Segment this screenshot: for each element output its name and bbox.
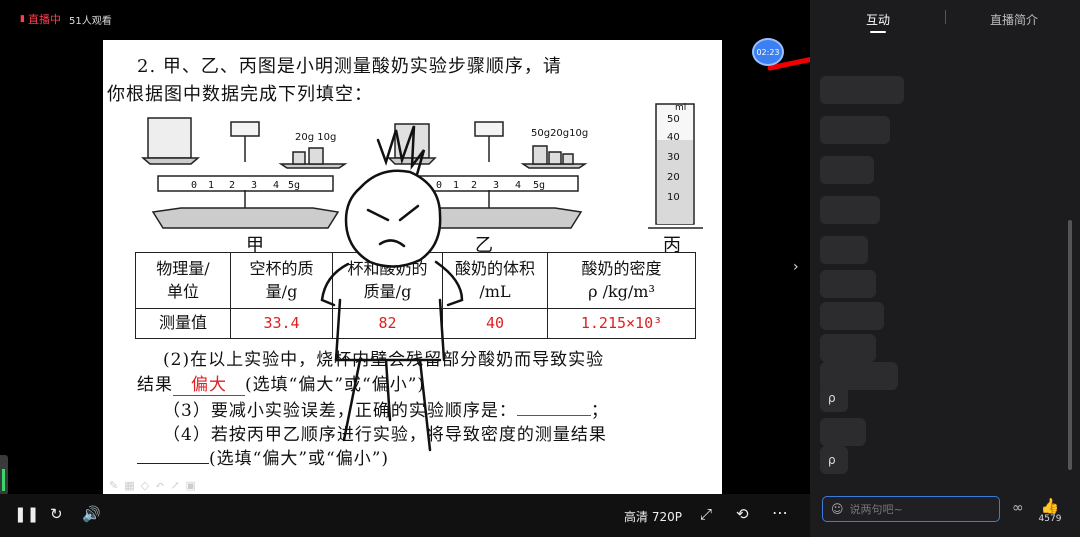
shape-icon[interactable]: ◇ [141, 479, 149, 492]
top-bar: ▮ 直播中 51人观看 [0, 0, 810, 36]
pause-button[interactable]: ❚❚ [14, 505, 39, 523]
question-4-suffix: (选填“偏大”或“偏小”) [209, 449, 390, 469]
scale-b-mark: 0 [436, 180, 442, 191]
table-header-cell: 杯和酸奶的 质量/g [332, 252, 443, 309]
undo-icon[interactable]: ↶ [155, 479, 164, 492]
cylinder-mark: 20 [667, 172, 680, 183]
panel-tabs: 互动 直播简介 [810, 0, 1080, 38]
scale-b-weights: 50g20g10g [531, 128, 588, 139]
table-header-cell: 酸奶的密度 ρ /kg/m³ [547, 252, 696, 309]
live-badge-label: 直播中 [27, 13, 61, 26]
player-controls: ❚❚ ↻ 🔊 高清 720P ⤢ ⟲ ⋯ [0, 494, 810, 537]
table-row: 测量值 33.4 82 40 1.215×10³ [135, 308, 696, 339]
scale-a-weights: 20g 10g [295, 132, 336, 143]
chevron-right-icon[interactable]: › [793, 259, 799, 275]
question-3-text: （3）要减小实验误差，正确的实验顺序是： [163, 401, 517, 421]
refresh-icon[interactable]: ↻ [50, 505, 63, 523]
chat-input[interactable] [849, 502, 990, 516]
scale-a-mark: 5g [288, 180, 300, 191]
table-header-cell: 物理量/单位 [135, 252, 231, 309]
list-item [820, 196, 880, 224]
table-cell: 33.4 [230, 308, 333, 339]
like-icon[interactable]: 👍 [1038, 497, 1062, 515]
table-cell: 82 [332, 308, 443, 339]
presentation-slide: 2. 甲、乙、丙图是小明测量酸奶实验步骤顺序，请 你根据图中数据完成下列填空： [103, 40, 722, 494]
question-3-blank [516, 400, 591, 416]
scale-b-mark: 5g [533, 180, 545, 191]
tab-interact[interactable]: 互动 [866, 11, 890, 28]
video-area[interactable]: ▮ 直播中 51人观看 2. 甲、乙、丙图是小明测量酸奶实验步骤顺序，请 你根据… [0, 0, 810, 537]
list-item [820, 236, 868, 264]
scale-a-mark: 3 [251, 180, 257, 191]
more-icon[interactable]: ⋯ [772, 503, 788, 522]
experiment-figure: 0 1 2 3 4 5g 20g 10g 0 1 2 3 4 5g 50g20g… [140, 103, 703, 229]
list-item [820, 418, 866, 446]
list-item: ρ [820, 384, 848, 412]
like-count: 4579 [1038, 514, 1062, 524]
scale-a-mark: 2 [229, 180, 235, 191]
list-item [820, 302, 884, 330]
list-item: ρ [820, 446, 848, 474]
list-item [820, 116, 890, 144]
pen-icon[interactable]: ✎ [109, 479, 118, 492]
chat-list[interactable]: ρ ρ [820, 44, 1070, 484]
pointer-icon[interactable]: ↗ [170, 479, 179, 492]
tab-intro[interactable]: 直播简介 [990, 11, 1038, 28]
grid-icon[interactable]: ▦ [124, 479, 134, 492]
list-item [820, 270, 876, 298]
chat-scrollbar[interactable] [1068, 220, 1072, 470]
table-cell: 40 [442, 308, 548, 339]
scale-b-mark: 2 [471, 180, 477, 191]
question-2-prefix: 结果 [137, 375, 173, 395]
tab-divider [945, 10, 946, 24]
list-item [820, 156, 874, 184]
rotate-icon[interactable]: ⟲ [736, 505, 749, 523]
volume-icon[interactable]: 🔊 [82, 505, 101, 523]
scale-a-mark: 4 [273, 180, 279, 191]
table-header-cell: 空杯的质 量/g [230, 252, 333, 309]
cylinder-mark: 30 [667, 152, 680, 163]
question-3: （3）要减小实验误差，正确的实验顺序是： ； [163, 396, 609, 421]
fullscreen-icon[interactable]: ⤢ [700, 505, 712, 523]
slide-toolbar[interactable]: ✎ ▦ ◇ ↶ ↗ ▣ [109, 479, 196, 492]
scale-b-mark: 4 [515, 180, 521, 191]
live-badge: ▮ 直播中 [20, 11, 61, 27]
scale-a-mark: 1 [208, 180, 214, 191]
side-panel: 互动 直播简介 ρ ρ [810, 0, 1080, 537]
quality-select[interactable]: 高清 720P [624, 508, 682, 525]
question-2-line-1: (2)在以上实验中，烧杯内壁会残留部分酸奶而导致实验 [163, 350, 605, 370]
cylinder-mark: 10 [667, 192, 680, 203]
cylinder-mark: 50 [667, 114, 680, 125]
link-icon[interactable]: ∞ [1012, 500, 1024, 516]
audio-level-indicator [0, 455, 8, 495]
cylinder-mark: 40 [667, 132, 680, 143]
list-item [820, 76, 904, 104]
image-icon[interactable]: ▣ [186, 479, 196, 492]
question-2-line-2: 结果 偏大 (选填“偏大”或“偏小”) [137, 370, 425, 396]
question-4-line-2: (选填“偏大”或“偏小”) [137, 444, 389, 469]
viewer-count: 51人观看 [69, 16, 112, 27]
question-2-suffix: (选填“偏大”或“偏小”) [245, 375, 426, 395]
red-scribble [767, 57, 810, 71]
scale-a-mark: 0 [191, 180, 197, 191]
table-cell: 1.215×10³ [547, 308, 696, 339]
emoji-icon[interactable]: ☺ [831, 502, 844, 516]
timer-bubble[interactable]: 02:23 [752, 38, 784, 66]
table-header-row: 物理量/单位 空杯的质 量/g 杯和酸奶的 质量/g 酸奶的体积/mL 酸奶的密度 ρ… [135, 252, 696, 309]
list-item [820, 334, 876, 362]
measurement-table: 物理量/单位 空杯的质 量/g 杯和酸奶的 质量/g 酸奶的体积/mL 酸奶的密度 ρ… [135, 252, 696, 339]
tab-active-indicator [870, 31, 886, 33]
question-2-answer: 偏大 [173, 370, 245, 396]
table-header-cell: 酸奶的体积/mL [442, 252, 548, 309]
cylinder-unit: ml [675, 103, 686, 113]
question-4-line-1: （4）若按丙甲乙顺序进行实验，将导致密度的测量结果 [163, 425, 607, 445]
question-3-end: ； [590, 401, 609, 421]
live-icon: ▮ [20, 14, 25, 24]
scale-b-mark: 1 [453, 180, 459, 191]
scale-b-mark: 3 [493, 180, 499, 191]
table-row-label: 测量值 [135, 308, 231, 339]
chat-input-box[interactable]: ☺ [822, 496, 1000, 522]
question-4-blank [137, 448, 209, 464]
